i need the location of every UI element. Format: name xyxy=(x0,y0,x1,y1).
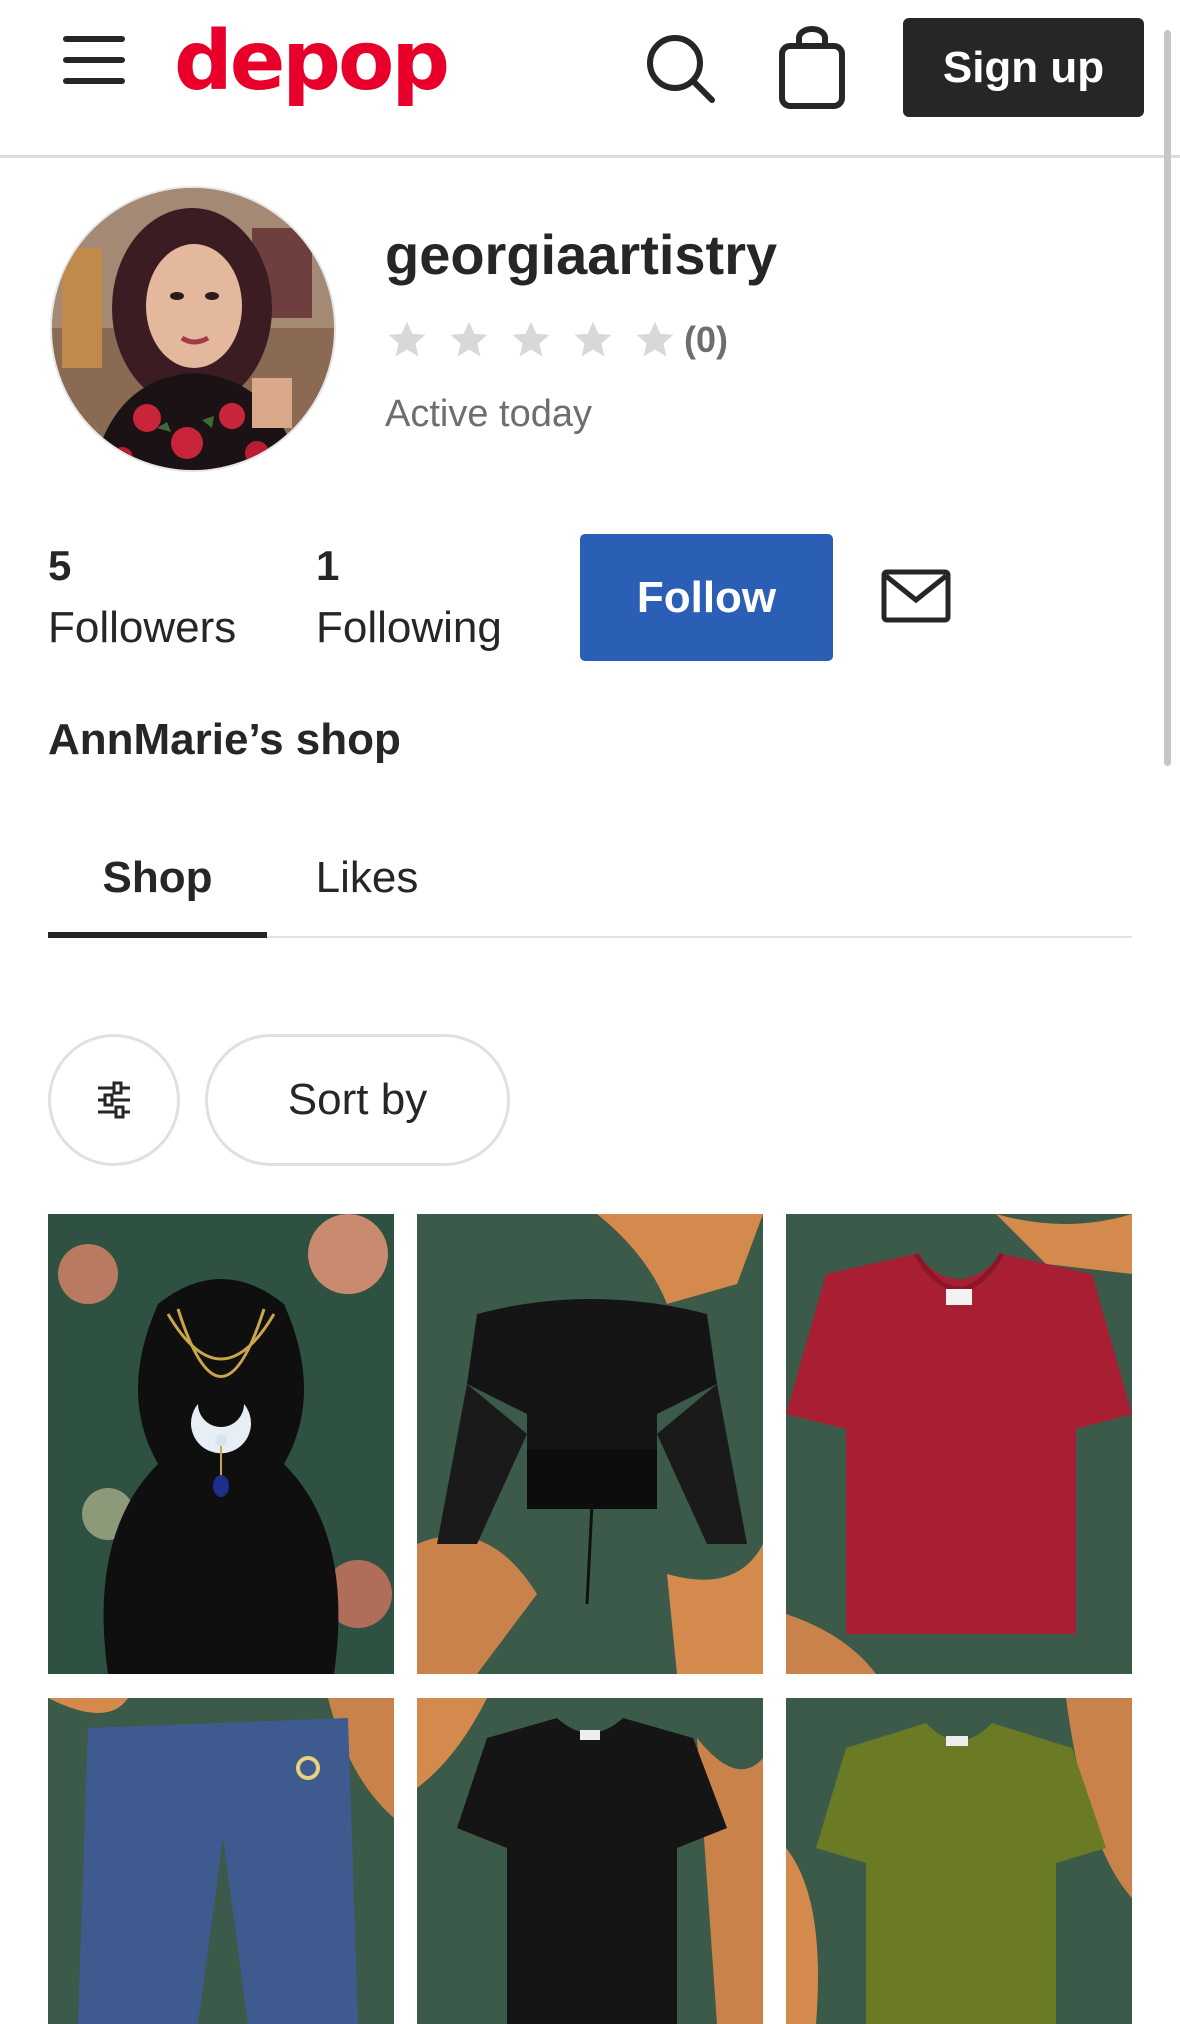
username: georgiaartistry xyxy=(385,223,778,286)
profile-page: depop Sign up georgiaartistry (0) Active… xyxy=(0,0,1180,2024)
tab-shop[interactable]: Shop xyxy=(48,838,267,938)
tab-likes[interactable]: Likes xyxy=(267,838,467,938)
product-tile-red-tee[interactable] xyxy=(786,1214,1132,1674)
search-icon[interactable] xyxy=(640,28,720,108)
followers-count: 5 xyxy=(48,542,72,589)
product-tile-black-dress[interactable] xyxy=(417,1698,763,2024)
star-icon xyxy=(636,321,674,357)
followers-label: Followers xyxy=(48,603,237,652)
hamburger-menu-icon[interactable] xyxy=(60,30,130,90)
following-label: Following xyxy=(316,603,502,652)
profile-avatar xyxy=(50,186,336,472)
star-icon xyxy=(574,321,612,357)
follow-button[interactable]: Follow xyxy=(580,534,833,661)
product-tile-necklace[interactable] xyxy=(48,1214,394,1674)
shopping-bag-icon[interactable] xyxy=(772,26,852,112)
following-stat[interactable]: 1 Following xyxy=(316,540,502,656)
shop-name: AnnMarie’s shop xyxy=(48,715,401,764)
profile-tabs: Shop Likes xyxy=(48,838,1132,938)
following-count: 1 xyxy=(316,542,340,589)
top-nav-bar: depop Sign up xyxy=(0,0,1180,158)
rating-count[interactable]: (0) xyxy=(684,318,728,362)
product-tile-olive-tee[interactable] xyxy=(786,1698,1132,2024)
rating-stars xyxy=(385,318,677,362)
star-icon xyxy=(450,321,488,357)
star-icon xyxy=(388,321,426,357)
sort-by-button[interactable]: Sort by xyxy=(205,1034,510,1166)
active-status: Active today xyxy=(385,393,592,435)
message-envelope-icon[interactable] xyxy=(880,568,952,624)
product-tile-black-top[interactable] xyxy=(417,1214,763,1674)
sliders-icon xyxy=(98,1081,130,1119)
page-scrollbar[interactable] xyxy=(1164,30,1171,766)
sign-up-button[interactable]: Sign up xyxy=(903,18,1144,117)
star-icon xyxy=(512,321,550,357)
product-tile-jeans[interactable] xyxy=(48,1698,394,2024)
depop-logo[interactable]: depop xyxy=(174,12,450,112)
followers-stat[interactable]: 5 Followers xyxy=(48,540,236,656)
filter-button[interactable] xyxy=(48,1034,180,1166)
